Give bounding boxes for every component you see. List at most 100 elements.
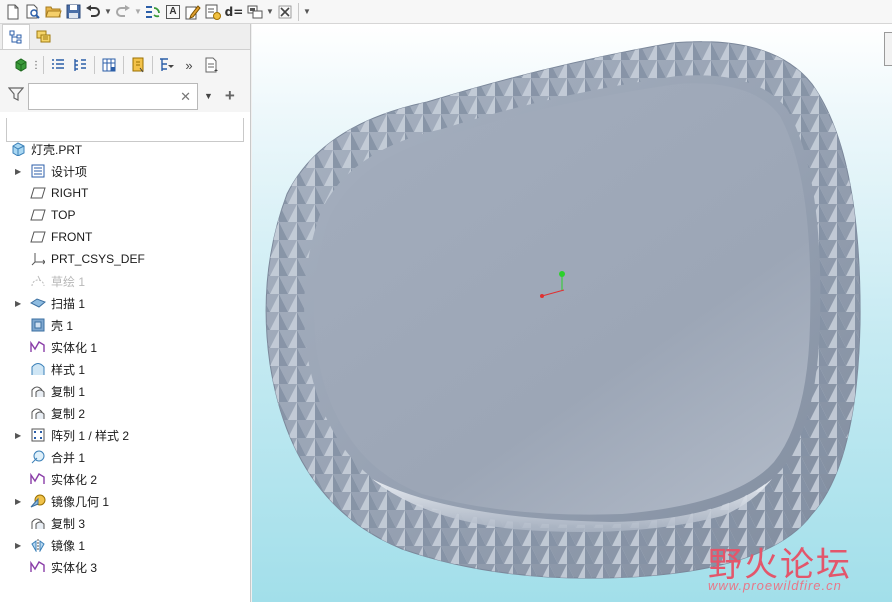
shell-icon (29, 317, 47, 333)
mirror-icon (29, 537, 47, 553)
tree-settings-icon[interactable] (47, 54, 69, 76)
tree-item-copy[interactable]: 复制 3 (0, 512, 250, 534)
sketch-icon (29, 273, 47, 289)
undo-icon[interactable] (83, 2, 103, 22)
toolbar-separator (43, 56, 44, 74)
layer-icon[interactable] (245, 2, 265, 22)
clear-search-icon[interactable]: ✕ (180, 89, 191, 105)
tree-item-sweep[interactable]: ▶ 扫描 1 (0, 292, 250, 314)
tree-item-coordinate-system[interactable]: PRT_CSYS_DEF (0, 248, 250, 270)
tree-item-shell[interactable]: 壳 1 (0, 314, 250, 336)
tree-root-label: 灯壳.PRT (31, 142, 83, 157)
redo-icon[interactable] (113, 2, 133, 22)
model-3d-view[interactable] (252, 24, 892, 602)
layer-dropdown-icon[interactable]: ▼ (265, 2, 275, 22)
tree-item-solidify[interactable]: 实体化 3 (0, 556, 250, 578)
tree-item-pattern[interactable]: ▶ 阵列 1 / 样式 2 (0, 424, 250, 446)
merge-icon (29, 449, 47, 465)
tree-item-copy[interactable]: 复制 1 (0, 380, 250, 402)
model-tree: 灯壳.PRT ▶ 设计项 RIGHT TOP FRONT PRT_CSYS_DEF 草绘 1… (0, 138, 250, 578)
expand-arrow-icon[interactable]: ▶ (15, 541, 23, 550)
redo-dropdown-icon[interactable]: ▼ (133, 2, 143, 22)
expand-arrow-icon[interactable]: ▶ (15, 167, 23, 176)
tree-item-label: FRONT (51, 230, 93, 244)
filter-icon[interactable] (7, 86, 28, 107)
more-tools-icon[interactable]: » (178, 54, 200, 76)
edit-definition-icon[interactable] (183, 2, 203, 22)
style-icon (29, 361, 47, 377)
sweep-icon (29, 295, 47, 311)
new-file-icon[interactable] (3, 2, 23, 22)
annotation-icon[interactable]: A (163, 2, 183, 22)
tree-item-mirror[interactable]: ▶ 镜像 1 (0, 534, 250, 556)
save-icon[interactable] (63, 2, 83, 22)
search-row: ✕ ▼ + (0, 80, 250, 112)
tree-filter-icon[interactable] (156, 54, 178, 76)
tree-item-label: 镜像几何 1 (51, 494, 110, 509)
copy-icon (29, 383, 47, 399)
tree-columns-icon[interactable] (69, 54, 91, 76)
tree-item-label: PRT_CSYS_DEF (51, 252, 145, 266)
tab-model-tree[interactable] (2, 24, 30, 49)
customize-toolbar-icon[interactable]: ▼ (302, 2, 312, 22)
graphics-window[interactable] (252, 24, 892, 602)
expand-arrow-icon[interactable]: ▶ (15, 299, 23, 308)
tree-item-copy[interactable]: 复制 2 (0, 402, 250, 424)
tree-item-label: 实体化 2 (51, 472, 98, 487)
regenerate-icon[interactable] (143, 2, 163, 22)
undo-dropdown-icon[interactable]: ▼ (103, 2, 113, 22)
tree-item-merge[interactable]: 合并 1 (0, 446, 250, 468)
datum-plane-icon (29, 229, 47, 245)
tree-item-label: 壳 1 (51, 318, 74, 333)
copy-icon (29, 405, 47, 421)
display-dropdown-icon[interactable]: ⋮ (31, 54, 41, 76)
table-view-icon[interactable] (98, 54, 120, 76)
search-input[interactable]: ✕ (28, 82, 198, 110)
tree-item-datum-plane[interactable]: RIGHT (0, 182, 250, 204)
open-folder-icon[interactable] (43, 2, 63, 22)
close-window-icon[interactable] (275, 2, 295, 22)
search-dropdown-icon[interactable]: ▼ (204, 91, 213, 101)
toolbar-separator (94, 56, 95, 74)
tree-options-icon[interactable] (200, 54, 222, 76)
tree-item-label: RIGHT (51, 186, 89, 200)
tree-item-label: 设计项 (51, 164, 88, 179)
solidify-icon (29, 471, 47, 487)
solidify-icon (29, 339, 47, 355)
toolbar-separator (298, 2, 299, 21)
expand-arrow-icon[interactable]: ▶ (15, 431, 23, 440)
add-filter-icon[interactable]: + (225, 86, 235, 106)
tree-item-label: 实体化 1 (51, 340, 98, 355)
tree-item-datum-plane[interactable]: TOP (0, 204, 250, 226)
tab-layer-tree[interactable] (30, 25, 58, 49)
tree-item-solidify[interactable]: 实体化 1 (0, 336, 250, 358)
tree-item-label: TOP (51, 208, 76, 222)
tree-item-style[interactable]: 样式 1 (0, 358, 250, 380)
part-icon (9, 141, 27, 157)
tree-item-solidify[interactable]: 实体化 2 (0, 468, 250, 490)
layer-tree-icon (36, 30, 51, 43)
tree-item-label: 复制 3 (51, 516, 86, 531)
tree-item-mirror-geometry[interactable]: ▶ 镜像几何 1 (0, 490, 250, 512)
tree-item-label: 镜像 1 (51, 538, 86, 553)
viewport-resize-handle[interactable] (884, 32, 892, 66)
coordinate-system-icon (29, 251, 47, 267)
expand-arrow-icon[interactable]: ▶ (15, 497, 23, 506)
datum-plane-icon (29, 207, 47, 223)
show-highlight-icon[interactable] (127, 54, 149, 76)
tree-item-datum-plane[interactable]: FRONT (0, 226, 250, 248)
tree-root-part[interactable]: 灯壳.PRT (0, 138, 250, 160)
checklist-icon[interactable] (203, 2, 223, 22)
tree-item-sketch[interactable]: 草绘 1 (0, 270, 250, 292)
solidify-icon (29, 559, 47, 575)
model-tree-toolbar: ⋮ » (0, 50, 250, 80)
tree-item-design-items[interactable]: ▶ 设计项 (0, 160, 250, 182)
copy-icon (29, 515, 47, 531)
toolbar-separator (152, 56, 153, 74)
tree-item-label: 草绘 1 (51, 274, 86, 289)
open-zoom-icon[interactable] (23, 2, 43, 22)
pattern-icon (29, 427, 47, 443)
tree-item-label: 样式 1 (51, 362, 86, 377)
display-style-icon[interactable] (10, 54, 32, 76)
dimension-toggle-icon[interactable]: d= (223, 2, 245, 22)
